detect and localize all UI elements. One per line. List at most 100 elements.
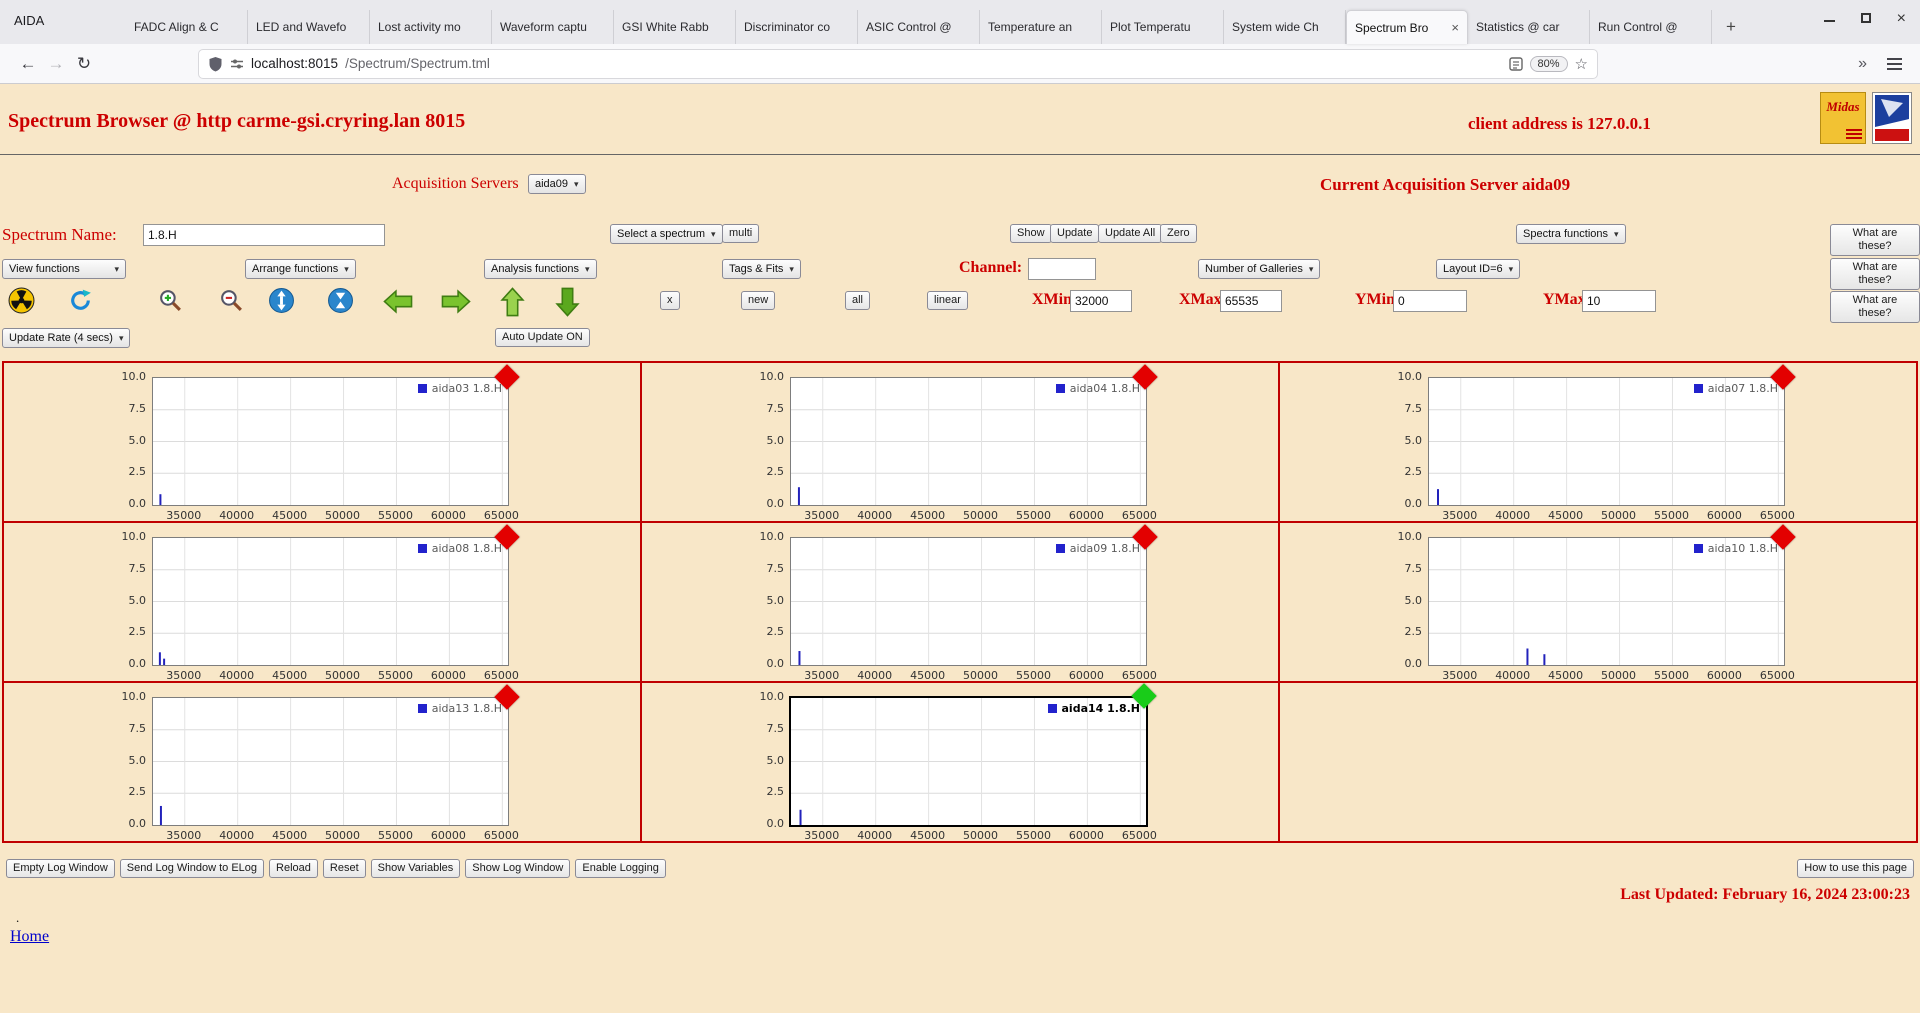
refresh-icon[interactable] <box>67 287 94 319</box>
log-button-row: Empty Log Window Send Log Window to ELog R… <box>6 859 1914 878</box>
show-log-window-button[interactable]: Show Log Window <box>465 859 571 878</box>
empty-log-window-button[interactable]: Empty Log Window <box>6 859 115 878</box>
xmax-input[interactable] <box>1220 290 1282 312</box>
legend-swatch <box>417 384 427 393</box>
bookmark-star-icon[interactable]: ☆ <box>1575 55 1588 73</box>
tab-system-wide-ch[interactable]: System wide Ch <box>1224 10 1346 44</box>
ymin-input[interactable] <box>1393 290 1467 312</box>
spectrum-chart-aida14-1-8-h[interactable]: 0.0 2.5 5.0 7.5 10.0 35000 40000 45000 50000 5500… <box>642 683 1278 842</box>
y-tick-label: 5.0 <box>1404 433 1423 447</box>
url-bar[interactable]: localhost:8015/Spectrum/Spectrum.tml 80%… <box>198 48 1598 79</box>
reset-button[interactable]: Reset <box>322 859 366 878</box>
tab-discriminator-co[interactable]: Discriminator co <box>736 10 858 44</box>
reload-button[interactable]: ↻ <box>70 54 98 74</box>
spectrum-chart-aida04-1-8-h[interactable]: 0.0 2.5 5.0 7.5 10.0 35000 40000 45000 50000 5500… <box>642 363 1278 522</box>
spectrum-chart-aida08-1-8-h[interactable]: 0.0 2.5 5.0 7.5 10.0 35000 40000 45000 50000 5500… <box>4 523 640 682</box>
x-tick-label: 45000 <box>910 829 946 842</box>
maximize-button[interactable] <box>1860 12 1871 25</box>
tab-statistics-car[interactable]: Statistics @ car <box>1468 10 1590 44</box>
what-are-these-button-1[interactable]: What are these? <box>1830 224 1920 256</box>
show-button[interactable]: Show <box>1010 224 1052 243</box>
back-button[interactable]: ← <box>14 54 42 74</box>
permissions-icon[interactable] <box>230 57 244 71</box>
x-tick-label: 65000 <box>483 669 519 682</box>
tab-spectrum-bro[interactable]: Spectrum Bro × <box>1346 10 1468 44</box>
enable-logging-button[interactable]: Enable Logging <box>575 859 666 878</box>
how-to-use-button[interactable]: How to use this page <box>1797 859 1914 878</box>
spectrum-chart-aida03-1-8-h[interactable]: 0.0 2.5 5.0 7.5 10.0 35000 40000 45000 50000 5500… <box>4 363 640 522</box>
view-functions-select[interactable]: View functions ▾ <box>2 259 126 279</box>
tab-run-control[interactable]: Run Control @ <box>1590 10 1712 44</box>
show-variables-button[interactable]: Show Variables <box>370 859 461 878</box>
tab-lost-activity-mo[interactable]: Lost activity mo <box>370 10 492 44</box>
arrow-right-icon[interactable] <box>440 289 472 319</box>
x-tick-label: 55000 <box>1653 669 1689 682</box>
new-button[interactable]: new <box>741 291 776 310</box>
x-tick-label: 65000 <box>1121 669 1157 682</box>
arrange-functions-select[interactable]: Arrange functions ▾ <box>245 259 356 279</box>
acquisition-server-select[interactable]: aida09 ▾ <box>528 174 586 194</box>
minimize-button[interactable] <box>1823 12 1835 25</box>
spectrum-name-input[interactable] <box>143 224 385 246</box>
close-window-button[interactable]: × <box>1897 11 1906 27</box>
arrow-left-icon[interactable] <box>382 289 414 319</box>
gallery-cell-aida08-1-8-h: 0.0 2.5 5.0 7.5 10.0 35000 40000 45000 50000 5500… <box>2 521 642 683</box>
spectrum-chart-aida09-1-8-h[interactable]: 0.0 2.5 5.0 7.5 10.0 35000 40000 45000 50000 5500… <box>642 523 1278 682</box>
x-button[interactable]: x <box>660 291 680 310</box>
trefoil-icon[interactable] <box>8 287 35 319</box>
legend-swatch <box>1693 384 1703 393</box>
expand-y-icon[interactable] <box>268 287 295 319</box>
tags-fits-select[interactable]: Tags & Fits ▾ <box>722 259 801 279</box>
spectra-functions-select[interactable]: Spectra functions ▾ <box>1516 224 1626 244</box>
analysis-functions-select[interactable]: Analysis functions ▾ <box>484 259 597 279</box>
xmin-input[interactable] <box>1070 290 1132 312</box>
update-all-button[interactable]: Update All <box>1098 224 1163 243</box>
select-spectrum-dropdown[interactable]: Select a spectrum ▾ <box>610 224 723 244</box>
zoom-out-icon[interactable] <box>218 287 245 319</box>
zoom-in-icon[interactable] <box>157 287 184 319</box>
number-of-galleries-select[interactable]: Number of Galleries ▾ <box>1198 259 1321 279</box>
tab-temperature-an[interactable]: Temperature an <box>980 10 1102 44</box>
update-button[interactable]: Update <box>1050 224 1100 243</box>
update-rate-select[interactable]: Update Rate (4 secs) ▾ <box>2 328 131 348</box>
chart-legend: aida04 1.8.H <box>1055 382 1140 395</box>
spectrum-chart-aida13-1-8-h[interactable]: 0.0 2.5 5.0 7.5 10.0 35000 40000 45000 50000 5500… <box>4 683 640 842</box>
tab-gsi-white-rabb[interactable]: GSI White Rabb <box>614 10 736 44</box>
tab-asic-control[interactable]: ASIC Control @ <box>858 10 980 44</box>
home-link[interactable]: Home <box>10 928 49 946</box>
arrow-up-icon[interactable] <box>500 286 525 323</box>
tab-waveform-captu[interactable]: Waveform captu <box>492 10 614 44</box>
tab-plot-temperatu[interactable]: Plot Temperatu <box>1102 10 1224 44</box>
compress-y-icon[interactable] <box>327 287 354 319</box>
all-button[interactable]: all <box>845 291 871 310</box>
tab-close-icon[interactable]: × <box>1451 20 1459 35</box>
arrow-down-icon[interactable] <box>555 286 580 323</box>
zero-button[interactable]: Zero <box>1160 224 1197 243</box>
zoom-level-badge[interactable]: 80% <box>1529 55 1568 72</box>
shield-icon[interactable] <box>208 56 223 72</box>
spectrum-chart-aida10-1-8-h[interactable]: 0.0 2.5 5.0 7.5 10.0 35000 40000 45000 50000 5500… <box>1280 523 1916 682</box>
auto-update-button[interactable]: Auto Update ON <box>495 328 590 347</box>
x-tick-label: 35000 <box>804 829 840 842</box>
linear-button[interactable]: linear <box>927 291 968 310</box>
tab-led-and-wavefo[interactable]: LED and Wavefo <box>248 10 370 44</box>
new-tab-button[interactable]: + <box>1720 17 1742 37</box>
x-tick-label: 45000 <box>272 509 308 522</box>
reload-button[interactable]: Reload <box>269 859 318 878</box>
gallery-cell-aida09-1-8-h: 0.0 2.5 5.0 7.5 10.0 35000 40000 45000 50000 5500… <box>640 521 1280 683</box>
layout-id-select[interactable]: Layout ID=6 ▾ <box>1436 259 1521 279</box>
menu-icon[interactable] <box>1887 57 1902 70</box>
ymax-input[interactable] <box>1582 290 1656 312</box>
tab-fadc-align-c[interactable]: FADC Align & C <box>126 10 248 44</box>
multi-button[interactable]: multi <box>722 224 760 243</box>
x-tick-label: 50000 <box>1601 509 1637 522</box>
what-are-these-button-3[interactable]: What are these? <box>1830 291 1920 323</box>
y-tick-label: 2.5 <box>128 625 147 639</box>
reader-view-icon[interactable] <box>1508 56 1523 71</box>
forward-button[interactable]: → <box>42 54 70 74</box>
channel-input[interactable] <box>1028 258 1096 280</box>
send-log-window-to-elog-button[interactable]: Send Log Window to ELog <box>119 859 265 878</box>
stray-dot: . <box>16 910 20 925</box>
overflow-menu-icon[interactable]: » <box>1848 55 1877 73</box>
spectrum-chart-aida07-1-8-h[interactable]: 0.0 2.5 5.0 7.5 10.0 35000 40000 45000 50000 5500… <box>1280 363 1916 522</box>
